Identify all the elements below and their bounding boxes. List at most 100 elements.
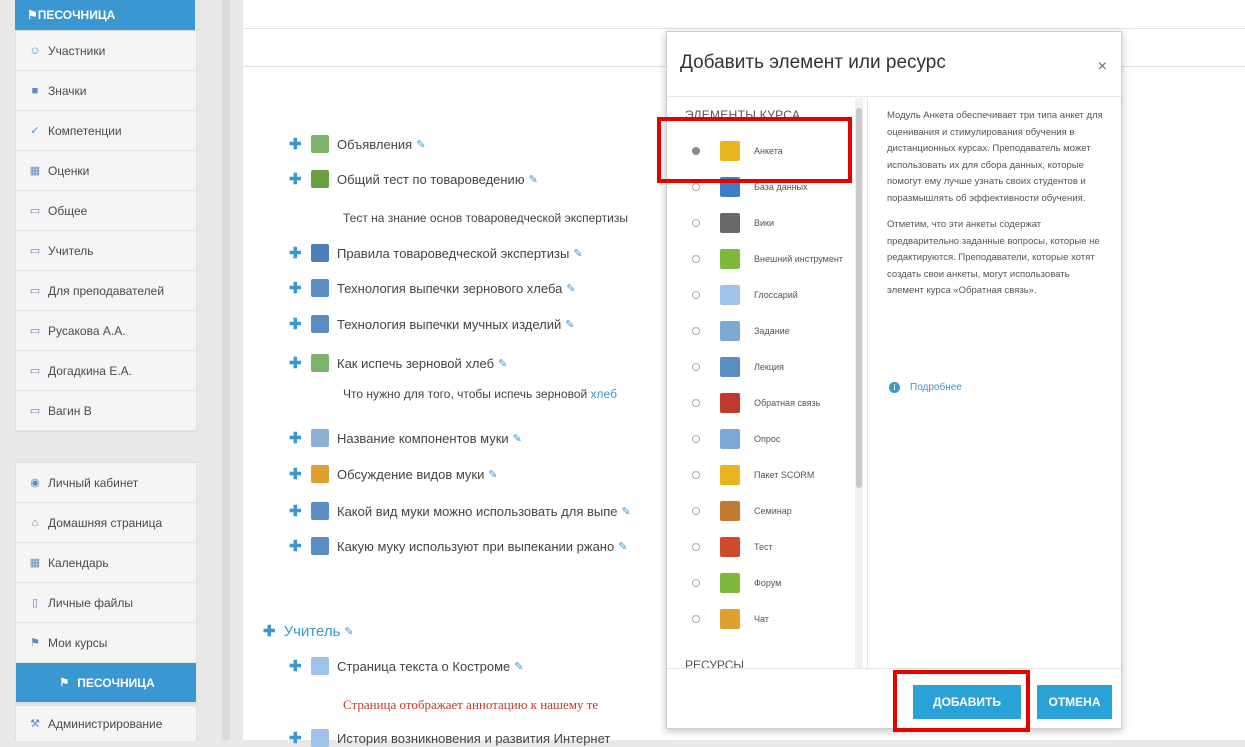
radio-button[interactable] <box>692 435 700 443</box>
radio-button[interactable] <box>692 291 700 299</box>
activity-title[interactable]: Как испечь зерновой хлеб <box>337 356 494 371</box>
sidebar-item[interactable]: ⌂ Домашняя страница <box>16 503 196 543</box>
module-option[interactable]: Пакет SCORM <box>667 458 853 492</box>
edit-pencil-icon[interactable]: ✎ <box>488 468 497 481</box>
module-option[interactable]: Форум <box>667 566 853 600</box>
sidebar-item[interactable]: ▭ Русакова А.А. <box>16 311 196 351</box>
radio-button[interactable] <box>692 471 700 479</box>
description-link[interactable]: хлеб <box>591 387 617 401</box>
radio-button[interactable] <box>692 399 700 407</box>
module-option[interactable]: Глоссарий <box>667 278 853 312</box>
activity-title[interactable]: Общий тест по товароведению <box>337 172 525 187</box>
sidebar-item[interactable]: ▦ Оценки <box>16 151 196 191</box>
sidebar-item[interactable]: ▦ Календарь <box>16 543 196 583</box>
radio-button[interactable] <box>692 327 700 335</box>
course-activity[interactable]: ✚ Какую муку используют при выпекании ржа… <box>289 537 627 555</box>
edit-pencil-icon[interactable]: ✎ <box>566 282 575 295</box>
activity-title[interactable]: Страница текста о Костроме <box>337 659 510 674</box>
sidebar-item[interactable]: ▭ Догадкина Е.А. <box>16 351 196 391</box>
radio-button[interactable] <box>692 363 700 371</box>
list-scrollbar[interactable] <box>855 98 863 668</box>
move-icon[interactable]: ✚ <box>289 315 307 333</box>
edit-pencil-icon[interactable]: ✎ <box>573 247 582 260</box>
sidebar-item-admin[interactable]: ⚒ Администрирование <box>16 706 196 741</box>
move-icon[interactable]: ✚ <box>289 354 307 372</box>
move-icon[interactable]: ✚ <box>289 135 307 153</box>
move-icon[interactable]: ✚ <box>289 465 307 483</box>
course-activity[interactable]: ✚ Технология выпечки мучных изделий ✎ <box>289 315 574 333</box>
radio-button[interactable] <box>692 615 700 623</box>
course-activity[interactable]: ✚ Страница текста о Костроме ✎ <box>289 657 524 675</box>
activity-title[interactable]: Какой вид муки можно использовать для вы… <box>337 504 618 519</box>
module-option[interactable]: Чат <box>667 602 853 636</box>
sidebar-item[interactable]: ⚑ Мои курсы <box>16 623 196 663</box>
sidebar-item[interactable]: ▭ Вагин В <box>16 391 196 431</box>
module-option[interactable]: Внешний инструмент <box>667 242 853 276</box>
course-activity[interactable]: ✚ Название компонентов муки ✎ <box>289 429 522 447</box>
sidebar-item[interactable]: ▭ Учитель <box>16 231 196 271</box>
radio-button[interactable] <box>692 219 700 227</box>
activity-title[interactable]: Технология выпечки мучных изделий <box>337 317 561 332</box>
edit-pencil-icon[interactable]: ✎ <box>565 318 574 331</box>
module-option[interactable]: Семинар <box>667 494 853 528</box>
activity-title[interactable]: Правила товароведческой экспертизы <box>337 246 569 261</box>
move-icon[interactable]: ✚ <box>289 537 307 555</box>
edit-pencil-icon[interactable]: ✎ <box>529 173 538 186</box>
more-help-link[interactable]: i Подробнее <box>889 382 962 393</box>
sidebar-item[interactable]: ◉ Личный кабинет <box>16 463 196 503</box>
module-option[interactable]: Тест <box>667 530 853 564</box>
course-activity[interactable]: ✚ Как испечь зерновой хлеб ✎ <box>289 354 507 372</box>
course-activity[interactable]: ✚ Технология выпечки зернового хлеба ✎ <box>289 279 576 297</box>
move-icon[interactable]: ✚ <box>289 657 307 675</box>
sidebar-item[interactable]: ✓ Компетенции <box>16 111 196 151</box>
sidebar-item[interactable]: ▭ Общее <box>16 191 196 231</box>
move-icon[interactable]: ✚ <box>289 502 307 520</box>
course-activity[interactable]: ✚ Объявления ✎ <box>289 135 425 153</box>
close-icon[interactable]: × <box>1098 58 1107 76</box>
edit-pencil-icon[interactable]: ✎ <box>513 432 522 445</box>
move-icon[interactable]: ✚ <box>263 622 276 640</box>
section-title[interactable]: ✚ Учитель ✎ <box>263 622 354 641</box>
sidebar-item[interactable]: ▭ Для преподавателей <box>16 271 196 311</box>
scroll-thumb[interactable] <box>856 108 862 488</box>
move-icon[interactable]: ✚ <box>289 429 307 447</box>
activity-title[interactable]: Технология выпечки зернового хлеба <box>337 281 562 296</box>
cancel-button[interactable]: ОТМЕНА <box>1037 685 1112 719</box>
sidebar-item[interactable]: ■ Значки <box>16 71 196 111</box>
activity-title[interactable]: Название компонентов муки <box>337 431 509 446</box>
module-option[interactable]: Задание <box>667 314 853 348</box>
radio-button[interactable] <box>692 183 700 191</box>
activity-title[interactable]: История возникновения и развития Интерне… <box>337 731 610 746</box>
move-icon[interactable]: ✚ <box>289 729 307 747</box>
course-activity[interactable]: ✚ Общий тест по товароведению ✎ <box>289 170 538 188</box>
sidebar-item[interactable]: ☺ Участники <box>16 31 196 71</box>
activity-title[interactable]: Объявления <box>337 137 412 152</box>
module-option[interactable]: Лекция <box>667 350 853 384</box>
radio-button[interactable] <box>692 579 700 587</box>
sidebar-site-nav: ◉ Личный кабинет ⌂ Домашняя страница ▦ Календ… <box>15 462 197 704</box>
radio-button[interactable] <box>692 543 700 551</box>
sidebar-course-header[interactable]: ⚑ ПЕСОЧНИЦА <box>15 0 195 30</box>
course-activity[interactable]: ✚ Правила товароведческой экспертизы ✎ <box>289 244 583 262</box>
module-option[interactable]: Обратная связь <box>667 386 853 420</box>
activity-title[interactable]: Обсуждение видов муки <box>337 467 484 482</box>
course-activity[interactable]: ✚ Какой вид муки можно использовать для в… <box>289 502 631 520</box>
edit-pencil-icon[interactable]: ✎ <box>622 505 631 518</box>
edit-pencil-icon[interactable]: ✎ <box>498 357 507 370</box>
edit-pencil-icon[interactable]: ✎ <box>514 660 523 673</box>
edit-pencil-icon[interactable]: ✎ <box>344 625 353 638</box>
course-activity[interactable]: ✚ Обсуждение видов муки ✎ <box>289 465 498 483</box>
edit-pencil-icon[interactable]: ✎ <box>618 540 627 553</box>
edit-pencil-icon[interactable]: ✎ <box>416 138 425 151</box>
move-icon[interactable]: ✚ <box>289 244 307 262</box>
radio-button[interactable] <box>692 255 700 263</box>
move-icon[interactable]: ✚ <box>289 170 307 188</box>
course-activity[interactable]: ✚ История возникновения и развития Интерн… <box>289 729 610 747</box>
move-icon[interactable]: ✚ <box>289 279 307 297</box>
sidebar-item[interactable]: ▯ Личные файлы <box>16 583 196 623</box>
module-option[interactable]: Вики <box>667 206 853 240</box>
activity-title[interactable]: Какую муку используют при выпекании ржан… <box>337 539 614 554</box>
sidebar-item-active-course[interactable]: ⚑ ПЕСОЧНИЦА <box>16 663 196 703</box>
radio-button[interactable] <box>692 507 700 515</box>
module-option[interactable]: Опрос <box>667 422 853 456</box>
